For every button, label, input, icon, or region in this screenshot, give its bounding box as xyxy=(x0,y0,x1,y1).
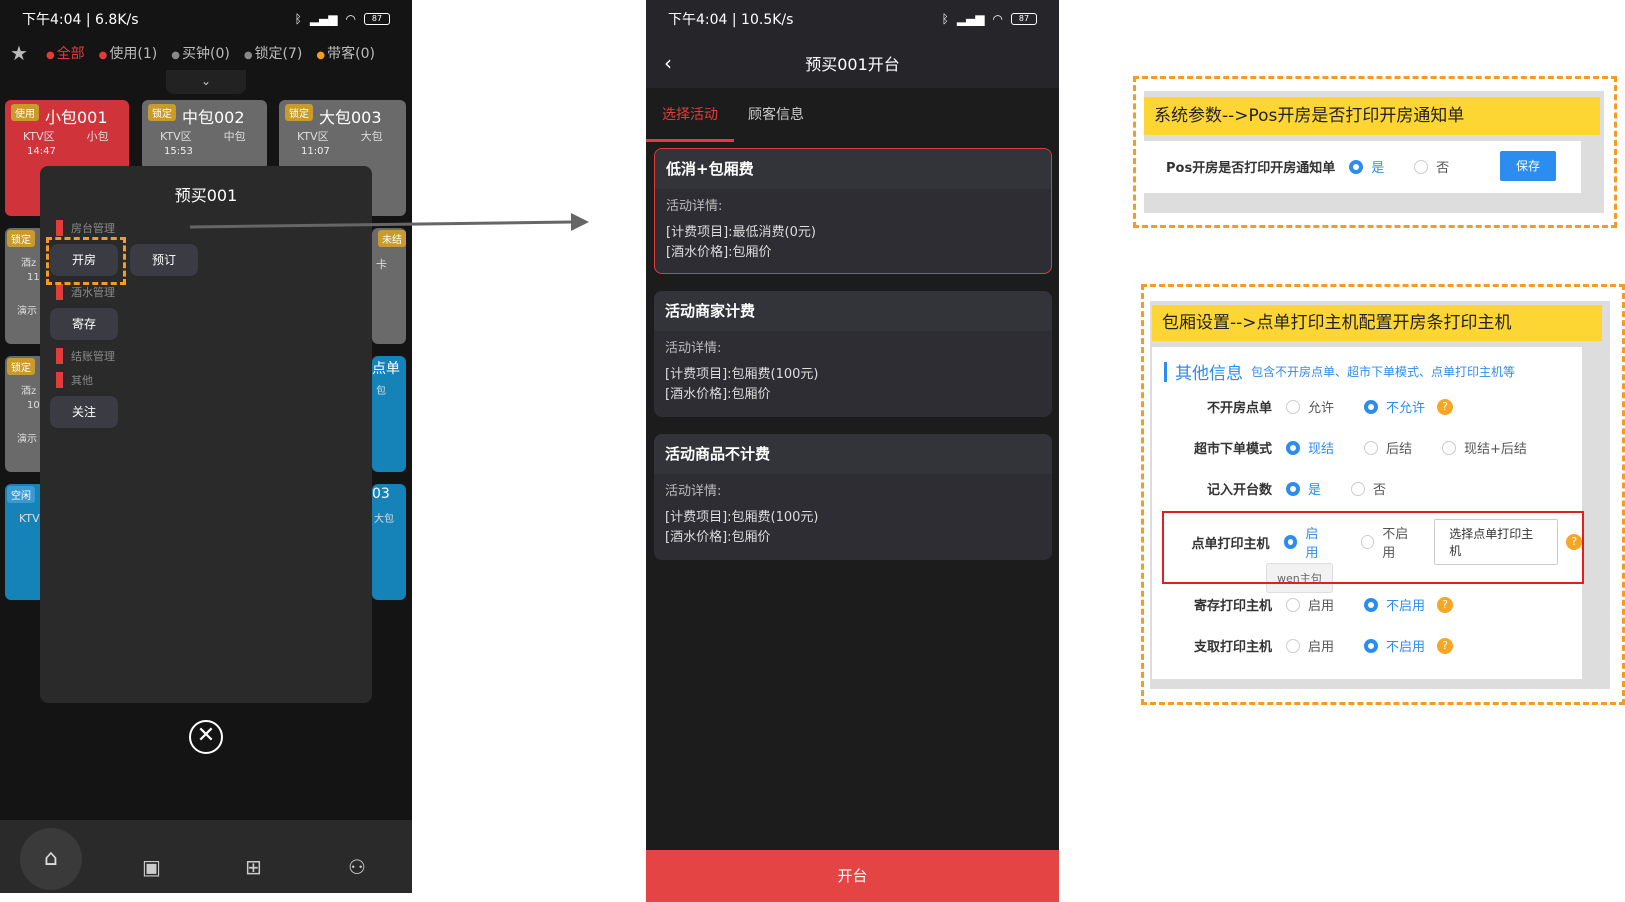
page-title: 预买001开台 xyxy=(805,55,900,74)
wifi-icon: ◠ xyxy=(992,12,1003,26)
radio-yes[interactable]: 是 xyxy=(1349,157,1384,176)
row-count-open-table: 记入开台数 是 否 xyxy=(1206,481,1387,498)
signal-icon: ▂▄▆ xyxy=(309,12,338,26)
battery-icon: 87 xyxy=(1011,13,1037,25)
tab-use[interactable]: ● 使用(1) xyxy=(99,43,158,63)
status-time: 下午4:04 | 10.5K/s xyxy=(668,12,794,28)
section-hint: 包含不开房点单、超市下单模式、点单打印主机等 xyxy=(1251,365,1516,379)
highlight-order-printer xyxy=(1162,511,1584,584)
tab-all[interactable]: ● 全部 xyxy=(46,43,85,63)
home-icon[interactable]: ⌂ xyxy=(20,828,82,890)
section-title: 其他信息 xyxy=(1175,364,1243,384)
row-no-open-order: 不开房点单 允许 不允许 ? xyxy=(1152,397,1454,416)
activity-card[interactable]: 活动商家计费 活动详情: [计费项目]:包厢费(100元) [酒水价格]:包厢价 xyxy=(654,291,1052,417)
help-icon[interactable]: ? xyxy=(1437,398,1454,415)
chevron-down-icon[interactable]: ⌄ xyxy=(166,70,246,94)
section-room-management: 房台管理 xyxy=(56,220,115,236)
star-icon[interactable]: ★ xyxy=(10,41,28,65)
bluetooth-icon: ᛒ xyxy=(941,12,949,26)
grid-add-icon[interactable]: ⊞ xyxy=(245,855,262,879)
row-deposit-printer: 寄存打印主机 启用 不启用 ? xyxy=(1152,595,1454,614)
modal-title: 预买001 xyxy=(174,186,238,205)
room-card[interactable]: 锁定 中包002 KTV区 中包 15:53 xyxy=(142,100,267,170)
section-bill-management: 结账管理 xyxy=(56,348,115,364)
room-card-partial[interactable]: 锁定 酒z 10: 演示 xyxy=(5,356,45,472)
row-withdraw-printer: 支取打印主机 启用 不启用 ? xyxy=(1152,636,1454,655)
phone-room-list-screen: 下午4:04 | 6.8K/s ᛒ ▂▄▆ ◠ 87 ★ ● 全部 ● 使用(1) … xyxy=(0,0,412,893)
room-filter-tabs: ★ ● 全部 ● 使用(1) ● 买钟(0) ● 锁定(7) ● 带客(0) xyxy=(0,38,412,68)
tab-customer-info[interactable]: 顾客信息 xyxy=(748,104,804,124)
highlight-open-room xyxy=(46,237,126,285)
tab-guest[interactable]: ● 带客(0) xyxy=(316,43,375,63)
follow-button[interactable]: 关注 xyxy=(50,396,119,428)
back-icon[interactable]: ‹ xyxy=(664,51,672,75)
status-bar: 下午4:04 | 6.8K/s ᛒ ▂▄▆ ◠ 87 xyxy=(0,0,412,38)
room-card-partial[interactable]: 03 大包 xyxy=(372,484,406,600)
wifi-icon: ◠ xyxy=(345,12,356,26)
room-settings-panel: 包厢设置-->点单打印主机配置开房条打印主机 其他信息 包含不开房点单、超市下单… xyxy=(1141,284,1625,705)
tab-bar: 选择活动 顾客信息 xyxy=(646,88,1059,142)
help-icon[interactable]: ? xyxy=(1437,596,1454,613)
room-card-partial[interactable]: 未结 卡 xyxy=(372,228,406,344)
battery-icon: 87 xyxy=(364,13,390,25)
wallet-icon[interactable]: ▣ xyxy=(142,855,161,879)
help-icon[interactable]: ? xyxy=(1437,637,1454,654)
activity-card[interactable]: 低消+包厢费 活动详情: [计费项目]:最低消费(0元) [酒水价格]:包厢价 xyxy=(654,148,1052,274)
room-card-partial[interactable]: 点单 包 xyxy=(372,356,406,472)
open-table-button[interactable]: 开台 xyxy=(646,850,1059,902)
system-params-panel: 系统参数-->Pos开房是否打印开房通知单 Pos开房是否打印开房通知单 是 否… xyxy=(1133,76,1617,228)
tab-lock[interactable]: ● 锁定(7) xyxy=(244,43,303,63)
deposit-button[interactable]: 寄存 xyxy=(50,308,119,340)
reserve-button[interactable]: 预订 xyxy=(130,244,199,276)
status-time: 下午4:04 | 6.8K/s xyxy=(22,12,139,28)
status-bar: 下午4:04 | 10.5K/s ᛒ ▂▄▆ ◠ 87 xyxy=(646,0,1059,38)
page-header: ‹ 预买001开台 xyxy=(646,38,1059,88)
close-icon[interactable]: ✕ xyxy=(189,720,223,754)
bluetooth-icon: ᛒ xyxy=(294,12,302,26)
radio-no[interactable]: 否 xyxy=(1414,157,1449,176)
pos-print-label: Pos开房是否打印开房通知单 xyxy=(1166,161,1336,176)
activity-card[interactable]: 活动商品不计费 活动详情: [计费项目]:包厢费(100元) [酒水价格]:包厢… xyxy=(654,434,1052,560)
flow-arrow xyxy=(189,213,589,231)
room-card-partial[interactable]: 空闲 KTV xyxy=(5,484,45,600)
phone-open-room-screen: 下午4:04 | 10.5K/s ᛒ ▂▄▆ ◠ 87 ‹ 预买001开台 选择… xyxy=(646,0,1059,902)
room-card-partial[interactable]: 锁定 酒z 11: 演示 xyxy=(5,228,45,344)
panel-title: 包厢设置-->点单打印主机配置开房条打印主机 xyxy=(1152,305,1602,341)
row-market-order-mode: 超市下单模式 现结 后结 现结+后结 xyxy=(1193,440,1527,457)
signal-icon: ▂▄▆ xyxy=(956,12,985,26)
user-icon[interactable]: ⚇ xyxy=(348,855,366,879)
tab-buy[interactable]: ● 买钟(0) xyxy=(171,43,230,63)
panel-title: 系统参数-->Pos开房是否打印开房通知单 xyxy=(1144,97,1600,135)
section-other: 其他 xyxy=(56,372,93,388)
section-drink-management: 酒水管理 xyxy=(56,284,115,300)
save-button[interactable]: 保存 xyxy=(1500,151,1556,181)
tab-select-activity[interactable]: 选择活动 xyxy=(646,104,734,142)
